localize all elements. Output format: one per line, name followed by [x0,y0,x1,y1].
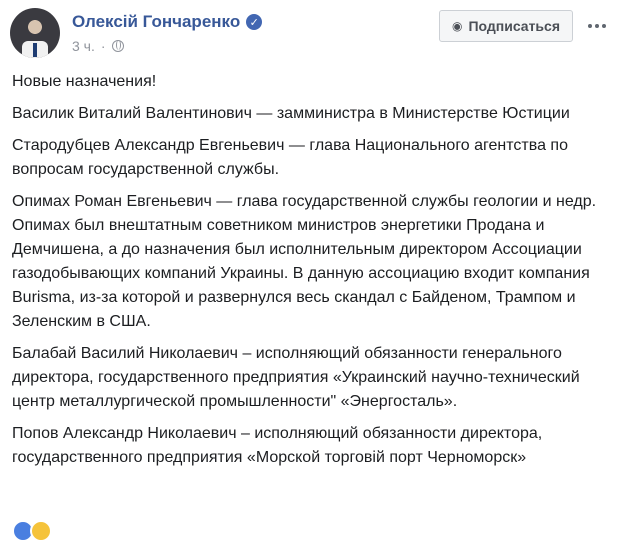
post-meta: 3 ч. · [72,38,124,54]
globe-icon[interactable] [111,40,124,52]
author-name[interactable]: Олексій Гончаренко [72,12,240,32]
reaction-icons[interactable] [12,520,52,542]
post-paragraph-5: Балабай Василий Николаевич – исполняющий… [12,345,580,410]
subscribe-button[interactable]: ◉ Подписаться [438,10,573,42]
post-paragraph-4: Опимах Роман Евгеньевич — глава государс… [12,193,597,330]
haha-reaction-icon [30,520,52,542]
dot-3 [602,24,606,28]
author-line: Олексій Гончаренко ✓ [72,12,263,32]
dot-2 [595,24,599,28]
author-avatar[interactable] [10,8,60,58]
meta-separator: · [100,38,106,54]
more-options-icon[interactable] [585,14,609,38]
post-header: Олексій Гончаренко ✓ 3 ч. · ◉ Подписатьс… [10,8,609,62]
subscribe-label: Подписаться [468,18,560,34]
facebook-post: Олексій Гончаренко ✓ 3 ч. · ◉ Подписатьс… [0,0,619,542]
rss-icon: ◉ [451,19,463,33]
dot-1 [588,24,592,28]
post-paragraph-6: Попов Александр Николаевич – исполняющий… [12,425,543,466]
verified-badge-icon: ✓ [246,14,263,30]
post-body: Новые назначения! Василик Виталий Валент… [12,70,607,478]
post-paragraph-3: Стародубцев Александр Евгеньевич — глава… [12,137,568,178]
post-time[interactable]: 3 ч. [72,38,95,54]
avatar-tie [33,43,37,57]
post-paragraph-1: Новые назначения! [12,73,157,90]
post-paragraph-2: Василик Виталий Валентинович — замминист… [12,105,570,122]
